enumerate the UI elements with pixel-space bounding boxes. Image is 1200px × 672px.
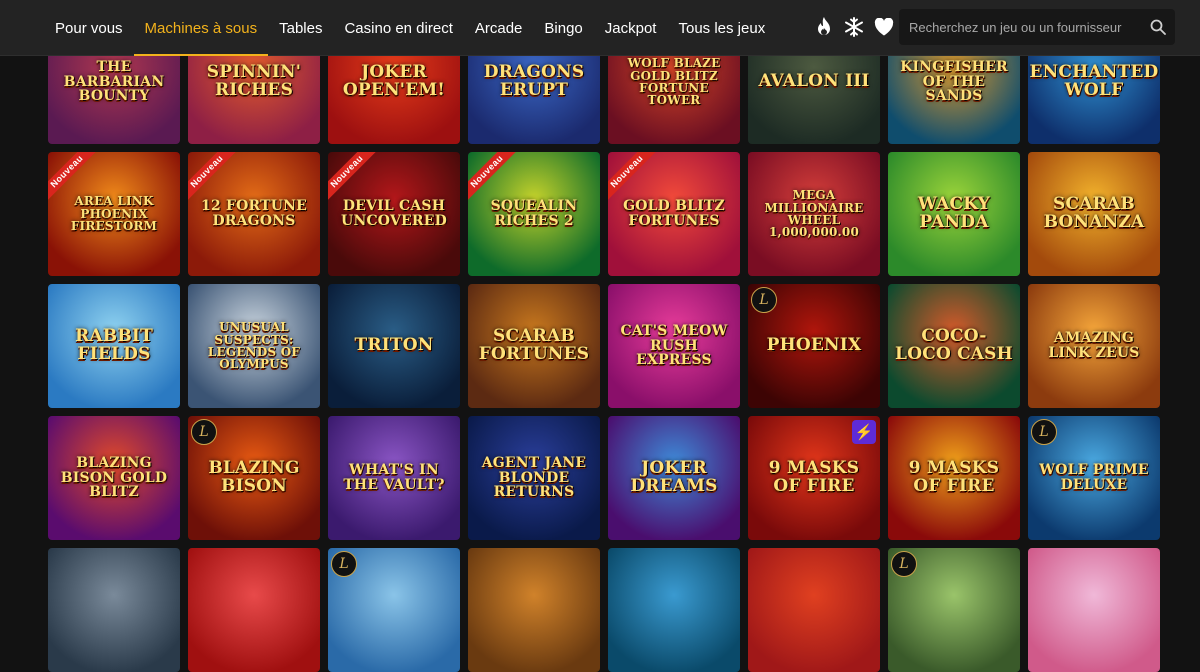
game-title: 9 Masks of Fire: [908, 458, 1000, 496]
game-tile[interactable]: L: [328, 548, 460, 672]
search-box: [899, 9, 1175, 45]
game-tile[interactable]: Mega Millionaire Wheel 1,000,000.00: [748, 152, 880, 276]
game-tile[interactable]: L: [888, 548, 1020, 672]
game-title: Rabbit Fields: [75, 326, 153, 364]
game-title: Kingfisher of the Sands: [900, 59, 1008, 105]
tab-machines-à-sous[interactable]: Machines à sous: [133, 0, 269, 56]
tab-arcade[interactable]: Arcade: [464, 0, 534, 56]
tab-tous-les-jeux[interactable]: Tous les jeux: [667, 0, 776, 56]
flame-icon[interactable]: [812, 14, 836, 40]
game-tile[interactable]: 9 Masks of Fire: [888, 416, 1020, 540]
game-title: Amazing Link Zeus: [1048, 330, 1140, 361]
game-title: What's in the Vault?: [343, 462, 445, 493]
game-tile[interactable]: [48, 548, 180, 672]
game-title: Devil Cash Uncovered: [341, 198, 447, 229]
search-input[interactable]: [899, 9, 1141, 45]
provider-badge: L: [331, 551, 357, 577]
game-title: Scarab Fortunes: [478, 326, 590, 364]
game-tile[interactable]: Scarab Bonanza: [1028, 152, 1160, 276]
game-tile[interactable]: Coco-Loco Cash: [888, 284, 1020, 408]
game-tile[interactable]: Joker Dreams: [608, 416, 740, 540]
game-tile[interactable]: Nouveau 12 Fortune Dragons: [188, 152, 320, 276]
game-title: Joker Dreams: [630, 458, 718, 496]
game-tile[interactable]: Blazing Bison Gold Blitz: [48, 416, 180, 540]
top-navigation-bar: Pour vous Machines à sous Tables Casino en …: [0, 0, 1200, 56]
game-tile[interactable]: L Wolf Prime Deluxe: [1028, 416, 1160, 540]
game-tile[interactable]: Nouveau Gold Blitz Fortunes: [608, 152, 740, 276]
game-tile[interactable]: Triton: [328, 284, 460, 408]
game-tile[interactable]: What's in the Vault?: [328, 416, 460, 540]
provider-badge: L: [191, 419, 217, 445]
game-title: Coco-Loco Cash: [895, 326, 1013, 364]
game-title: The Barbarian Bounty: [63, 59, 165, 105]
tab-pour-vous[interactable]: Pour vous: [44, 0, 134, 56]
game-tile[interactable]: Wacky Panda: [888, 152, 1020, 276]
search-icon[interactable]: [1141, 9, 1175, 45]
game-title: Scarab Bonanza: [1043, 194, 1145, 232]
game-tile[interactable]: [188, 548, 320, 672]
game-tile[interactable]: ⚡ 9 Masks of Fire: [748, 416, 880, 540]
game-title: Wolf Prime Deluxe: [1039, 462, 1149, 493]
game-tile[interactable]: Cat's Meow Rush Express: [608, 284, 740, 408]
provider-badge: L: [1031, 419, 1057, 445]
game-tile[interactable]: [608, 548, 740, 672]
game-tile[interactable]: Nouveau Area Link Phoenix Firestorm: [48, 152, 180, 276]
game-tile[interactable]: Scarab Fortunes: [468, 284, 600, 408]
game-title: Dragons Erupt: [483, 62, 585, 100]
provider-badge: L: [751, 287, 777, 313]
game-tile[interactable]: [1028, 548, 1160, 672]
tab-bingo[interactable]: Bingo: [533, 0, 593, 56]
game-title: Cat's Meow Rush Express: [620, 323, 728, 369]
game-title: Avalon III: [758, 71, 870, 92]
game-title: Triton: [354, 335, 434, 356]
game-title: Blazing Bison Gold Blitz: [60, 455, 168, 501]
game-title: Mega Millionaire Wheel 1,000,000.00: [764, 188, 864, 240]
game-title: Area Link Phoenix Firestorm: [70, 194, 158, 234]
header-icon-group: [812, 14, 896, 40]
game-title: Agent Jane Blonde Returns: [481, 455, 587, 501]
game-title: Phoenix: [766, 335, 862, 356]
tab-jackpot[interactable]: Jackpot: [594, 0, 668, 56]
game-title: 12 Fortune Dragons: [201, 198, 307, 229]
tab-casino-en-direct[interactable]: Casino en direct: [333, 0, 463, 56]
game-tile[interactable]: [468, 548, 600, 672]
game-tile[interactable]: L Blazing Bison: [188, 416, 320, 540]
game-title: Joker Open'Em!: [342, 62, 446, 100]
game-title: Blazing Bison: [208, 458, 300, 496]
game-title: Squealin Riches 2: [490, 198, 578, 229]
game-title: Unusual Suspects: Legends of Olympus: [207, 320, 301, 372]
game-tile[interactable]: [748, 548, 880, 672]
game-tile[interactable]: Nouveau Devil Cash Uncovered: [328, 152, 460, 276]
heart-icon[interactable]: [872, 14, 896, 40]
game-tile[interactable]: Rabbit Fields: [48, 284, 180, 408]
provider-badge: L: [891, 551, 917, 577]
game-tile[interactable]: L Phoenix: [748, 284, 880, 408]
game-title: Gold Blitz Fortunes: [623, 198, 725, 229]
lightning-icon: ⚡: [852, 420, 876, 444]
game-title: Spinnin' Riches: [206, 62, 302, 100]
game-tile[interactable]: Agent Jane Blonde Returns: [468, 416, 600, 540]
game-title: 9 Masks of Fire: [768, 458, 860, 496]
category-tabs: Pour vous Machines à sous Tables Casino en …: [44, 0, 776, 56]
game-tile[interactable]: Nouveau Squealin Riches 2: [468, 152, 600, 276]
game-title: Wacky Panda: [917, 194, 991, 232]
game-title: Wolf Blaze Gold Blitz Fortune Tower: [627, 56, 721, 108]
game-title: Enchanted Wolf: [1029, 62, 1159, 100]
games-grid: The Barbarian Bounty Spinnin' Riches Joker…: [48, 20, 1160, 672]
game-tile[interactable]: Unusual Suspects: Legends of Olympus: [188, 284, 320, 408]
tab-tables[interactable]: Tables: [268, 0, 333, 56]
game-tile[interactable]: Amazing Link Zeus: [1028, 284, 1160, 408]
snowflake-icon[interactable]: [842, 14, 866, 40]
